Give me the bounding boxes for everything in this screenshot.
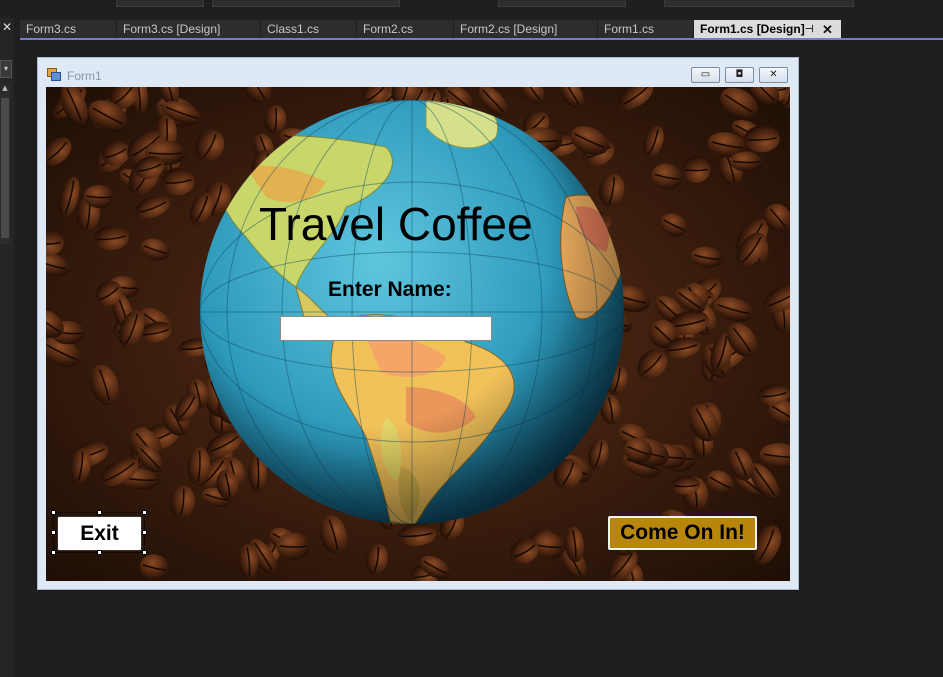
tab-label: Form2.cs xyxy=(363,22,414,36)
toolbox-panel: ✕ ▾ ▲ xyxy=(0,18,14,677)
maximize-button[interactable]: ◘ xyxy=(725,67,754,83)
minimize-button[interactable]: ▭ xyxy=(691,67,720,83)
tab-form1-design[interactable]: Form1.cs [Design] ⊣ ✕ xyxy=(694,20,842,39)
come-on-in-button[interactable]: Come On In! xyxy=(608,516,757,550)
resize-handle[interactable] xyxy=(142,510,147,515)
toolbar-combo[interactable] xyxy=(664,0,854,7)
toolbar-combo[interactable] xyxy=(498,0,626,7)
close-icon[interactable]: ✕ xyxy=(0,20,14,34)
form-titlebar[interactable]: Form1 ▭ ◘ ✕ xyxy=(38,58,798,88)
close-icon[interactable]: ✕ xyxy=(822,20,833,39)
toolbar-combo[interactable] xyxy=(212,0,400,7)
resize-handle[interactable] xyxy=(51,510,56,515)
tab-form2-design[interactable]: Form2.cs [Design] xyxy=(454,20,598,39)
top-toolbar xyxy=(0,0,943,8)
tab-form3-cs[interactable]: Form3.cs xyxy=(20,20,117,39)
form-window[interactable]: Form1 ▭ ◘ ✕ Travel Coffee Enter Name: Ex… xyxy=(37,57,799,590)
exit-button[interactable]: Exit xyxy=(57,516,142,551)
resize-handle[interactable] xyxy=(142,530,147,535)
close-button[interactable]: ✕ xyxy=(759,67,788,83)
tab-label: Form2.cs [Design] xyxy=(460,22,558,36)
tab-label: Form3.cs xyxy=(26,22,77,36)
app-title: Travel Coffee xyxy=(259,198,533,250)
resize-handle[interactable] xyxy=(97,550,102,555)
tab-class1-cs[interactable]: Class1.cs xyxy=(261,20,357,39)
resize-handle[interactable] xyxy=(97,510,102,515)
resize-handle[interactable] xyxy=(51,530,56,535)
tab-form2-cs[interactable]: Form2.cs xyxy=(357,20,454,39)
scroll-up-icon[interactable]: ▲ xyxy=(0,84,10,92)
form-icon xyxy=(47,68,61,81)
resize-handle[interactable] xyxy=(51,550,56,555)
enter-name-label: Enter Name: xyxy=(328,278,452,301)
scrollbar[interactable]: ▲ xyxy=(0,84,10,244)
name-input[interactable] xyxy=(280,316,492,341)
tab-label: Class1.cs xyxy=(267,22,320,36)
tab-label: Form1.cs [Design] xyxy=(700,22,805,36)
close-icon: ✕ xyxy=(769,69,778,80)
tab-form3-design[interactable]: Form3.cs [Design] xyxy=(117,20,261,39)
tab-label: Form3.cs [Design] xyxy=(123,22,221,36)
form-client-area: Travel Coffee Enter Name: Exit Come On I… xyxy=(46,87,790,581)
chevron-down-icon[interactable]: ▾ xyxy=(0,60,12,78)
resize-handle[interactable] xyxy=(142,550,147,555)
pin-icon[interactable]: ⊣ xyxy=(805,20,814,39)
form-title: Form1 xyxy=(67,69,102,83)
minimize-icon: ▭ xyxy=(700,69,711,80)
scrollbar-thumb[interactable] xyxy=(1,98,9,238)
toolbar-combo[interactable] xyxy=(116,0,204,7)
maximize-icon: ◘ xyxy=(735,69,744,80)
tab-form1-cs[interactable]: Form1.cs xyxy=(598,20,694,39)
tab-label: Form1.cs xyxy=(604,22,655,36)
document-tabs: Form3.cs Form3.cs [Design] Class1.cs For… xyxy=(20,18,943,40)
